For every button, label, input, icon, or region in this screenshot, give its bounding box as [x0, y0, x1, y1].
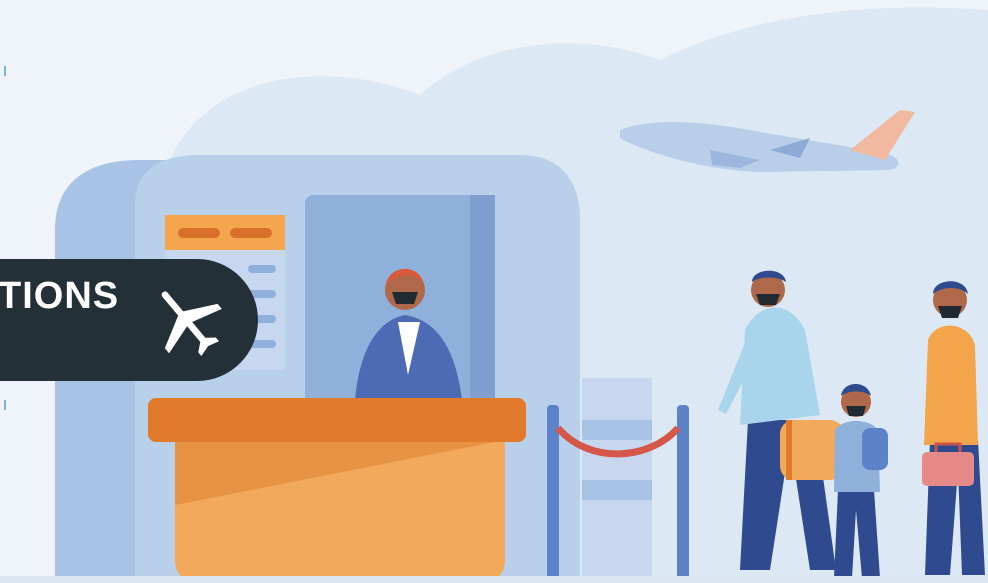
banner-label: TIONS [0, 275, 120, 317]
airport-checkin-illustration: TIONS [0, 0, 988, 583]
floor [0, 576, 988, 583]
checkin-desk [148, 398, 526, 583]
airplane-icon [161, 291, 222, 357]
edge-marker [4, 400, 6, 410]
edge-marker [4, 66, 6, 76]
